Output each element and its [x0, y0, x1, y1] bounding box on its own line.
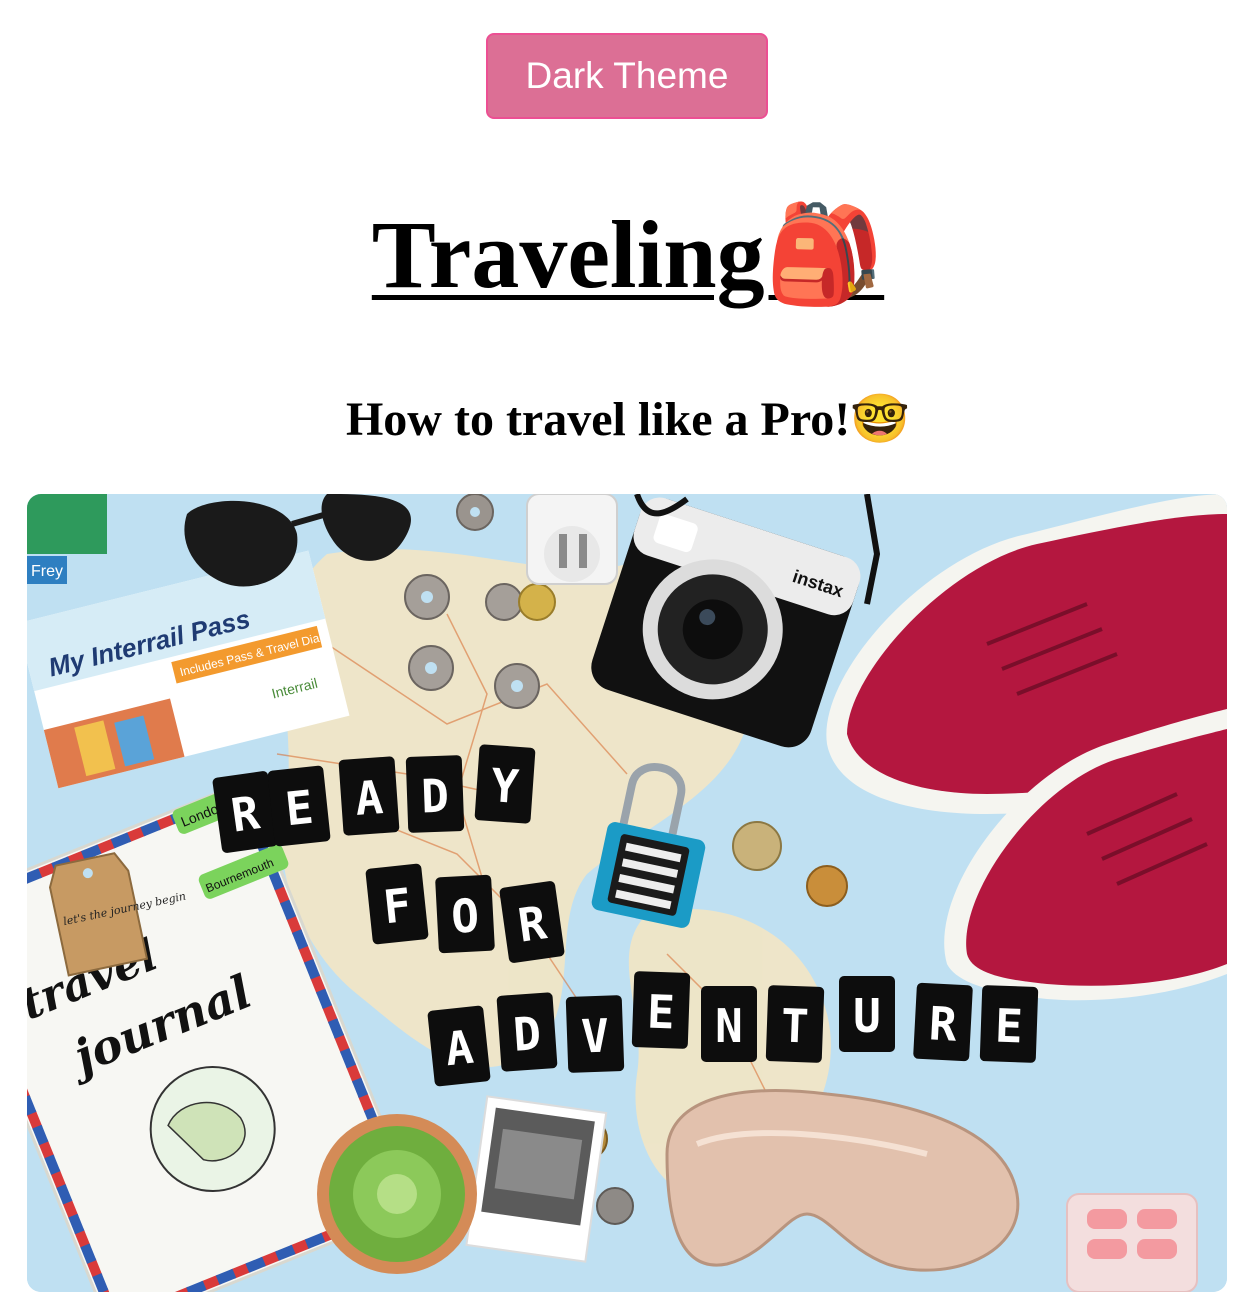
- tile-a2: A: [443, 1020, 476, 1077]
- plug-adapter: [526, 494, 618, 585]
- polaroid-photo: [465, 1095, 608, 1263]
- tile-o1: O: [450, 888, 480, 943]
- green-card: [27, 494, 107, 554]
- frey-label: Frey: [31, 563, 63, 580]
- tile-y1: Y: [489, 758, 521, 814]
- earplug-case: [1066, 1193, 1198, 1292]
- tile-u1: U: [853, 989, 881, 1043]
- tile-e1: E: [283, 780, 316, 837]
- tile-d1: D: [420, 769, 450, 824]
- tile-e3: E: [994, 999, 1024, 1054]
- tile-e2: E: [646, 985, 676, 1040]
- hero-image: My Interrail Pass Includes Pass & Travel…: [27, 494, 1227, 1292]
- tile-f1: F: [381, 878, 414, 935]
- tile-n1: N: [715, 999, 743, 1053]
- page-title: Traveling🎒: [0, 195, 1256, 315]
- tile-v1: V: [580, 1009, 610, 1064]
- tile-d2: D: [511, 1006, 542, 1062]
- page-subtitle: How to travel like a Pro!🤓: [0, 390, 1256, 450]
- tile-t1: T: [780, 999, 810, 1054]
- hero-illustration: My Interrail Pass Includes Pass & Travel…: [27, 494, 1227, 1292]
- page-title-text: Traveling🎒: [371, 201, 885, 308]
- page: Dark Theme Traveling🎒 How to travel like…: [0, 0, 1256, 1297]
- tile-a1: A: [353, 770, 384, 826]
- succulent-plant: [317, 1114, 477, 1274]
- page-subtitle-text: How to travel like a Pro!🤓: [345, 393, 911, 446]
- dark-theme-button[interactable]: Dark Theme: [486, 33, 768, 119]
- tile-r3: R: [928, 996, 959, 1051]
